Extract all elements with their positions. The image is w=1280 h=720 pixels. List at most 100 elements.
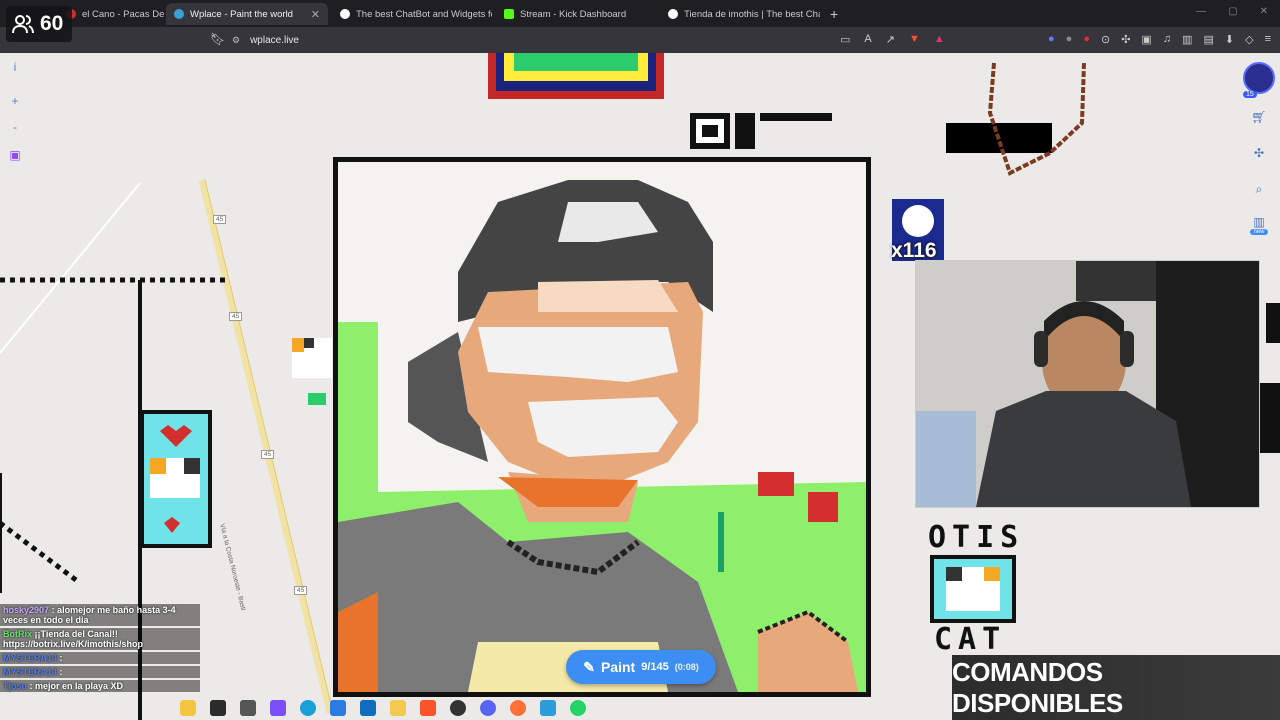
copilot-icon[interactable] xyxy=(270,700,286,716)
sparkle-icon[interactable] xyxy=(180,700,196,716)
extension-icon[interactable]: ● xyxy=(1083,33,1090,46)
viewers-icon xyxy=(12,15,34,34)
menu-icon[interactable]: ≡ xyxy=(1265,33,1271,46)
tab-search-icon[interactable]: ▣ xyxy=(1141,33,1151,46)
outlook-icon[interactable] xyxy=(360,700,376,716)
obs-icon[interactable] xyxy=(450,700,466,716)
share-icon[interactable]: ↗ xyxy=(886,33,895,46)
tab-label: Wplace - Paint the world xyxy=(190,8,293,20)
chat-text: : mejor en la playa XD xyxy=(29,681,124,691)
tab-tienda[interactable]: Tienda de imothis | The best ChatBo xyxy=(660,3,820,25)
pixel-art-portrait xyxy=(333,157,871,697)
vpn-icon[interactable]: ◇ xyxy=(1245,33,1253,46)
tab-pacas[interactable]: el Cano - Pacas De Bill xyxy=(58,3,168,25)
comandos-banner: COMANDOS DISPONIBLES xyxy=(952,655,1280,720)
start-icon[interactable] xyxy=(210,700,226,716)
tab-label: Stream - Kick Dashboard xyxy=(520,8,627,20)
address-bar: 🔖︎ ⚙ wplace.live ▭ A ↗ ▼ ▲ ● ● ● ⊙ ✣ ▣ ♫… xyxy=(0,27,1280,53)
new-tab-button[interactable]: + xyxy=(822,3,844,25)
task-view-icon[interactable] xyxy=(240,700,256,716)
chat-message: MYSTERA14 : xyxy=(0,666,200,678)
kick-icon xyxy=(504,9,514,19)
close-tab-icon[interactable]: ✕ xyxy=(311,8,320,21)
cat-label: CAT xyxy=(934,622,1007,657)
leaderboard-icon[interactable]: ▥ new xyxy=(1246,212,1272,238)
otis-label: OTIS xyxy=(928,520,1025,555)
streamer-webcam xyxy=(915,260,1260,508)
chat-user: Tjosu xyxy=(3,681,27,691)
url-text: wplace.live xyxy=(250,34,299,46)
discord-icon[interactable] xyxy=(480,700,496,716)
alliance-icon[interactable]: ✣ xyxy=(1246,140,1272,166)
webcam-feed xyxy=(916,261,1259,507)
extension-icon[interactable]: ⊙ xyxy=(1101,33,1110,46)
zoom-out-icon[interactable]: - xyxy=(13,120,17,134)
files-icon[interactable] xyxy=(390,700,406,716)
sidebar-icon[interactable]: ▥ xyxy=(1182,33,1192,46)
brave-rewards-icon[interactable]: ▲ xyxy=(934,33,945,46)
botrix-icon xyxy=(668,9,678,19)
firefox-icon[interactable] xyxy=(510,700,526,716)
maximize-icon[interactable]: ▢ xyxy=(1228,6,1237,17)
puzzle-icon[interactable]: ✣ xyxy=(1121,33,1130,46)
tab-kick[interactable]: Stream - Kick Dashboard xyxy=(496,3,656,25)
avatar-badge: 15 xyxy=(1243,91,1257,98)
address-actions: ▭ A ↗ ▼ ▲ xyxy=(840,33,945,46)
left-toolbar: i + - ▣ xyxy=(4,60,26,162)
music-icon[interactable]: ♫ xyxy=(1163,33,1171,46)
paint-count: 9/145 xyxy=(641,661,669,673)
whatsapp-icon[interactable] xyxy=(570,700,586,716)
tab-label: The best ChatBot and Widgets for K xyxy=(356,8,492,20)
chat-user: BotRix xyxy=(3,629,32,639)
url-field[interactable]: ⚙ wplace.live xyxy=(232,31,832,49)
chat-message: BotRix ¡¡Tienda del Canal!! https://botr… xyxy=(0,628,200,650)
botrix-icon xyxy=(340,9,350,19)
brave-shield-icon[interactable]: ▼ xyxy=(909,33,920,46)
viewer-count: 60 xyxy=(40,12,64,35)
chat-user: MYSTERA14 xyxy=(3,653,58,663)
tab-label: el Cano - Pacas De Bill xyxy=(82,8,168,20)
paint-button[interactable]: ✎ Paint 9/145 (0:08) xyxy=(566,650,716,684)
download-icon[interactable]: ⬇ xyxy=(1225,33,1234,46)
tab-wplace[interactable]: Wplace - Paint the world ✕ xyxy=(166,3,328,25)
extension-icon[interactable]: ● xyxy=(1048,33,1055,46)
chat-message: hosky2907 : alomejor me baño hasta 3-4 v… xyxy=(0,604,200,626)
bookmark-icon[interactable]: 🔖︎ xyxy=(210,32,225,46)
info-icon[interactable]: i xyxy=(14,60,17,74)
photos-icon[interactable] xyxy=(540,700,556,716)
wplace-icon xyxy=(174,9,184,19)
minimize-icon[interactable]: — xyxy=(1196,6,1206,17)
chat-user: hosky2907 xyxy=(3,605,50,615)
extension-icon[interactable]: ● xyxy=(1066,33,1073,46)
road-label: 45 xyxy=(261,450,275,459)
chat-text: : xyxy=(59,653,63,663)
close-icon[interactable]: ✕ xyxy=(1260,6,1268,17)
translate-icon[interactable]: A xyxy=(864,33,871,46)
wallet-icon[interactable]: ▤ xyxy=(1203,33,1213,46)
screen-icon[interactable]: ▭ xyxy=(840,33,850,46)
extensions-bar: ● ● ● ⊙ ✣ ▣ ♫ ▥ ▤ ⬇ ◇ ≡ xyxy=(1048,33,1271,46)
viewer-count-badge: 60 xyxy=(6,6,72,42)
zoom-in-icon[interactable]: + xyxy=(11,94,18,108)
road-label: 45 xyxy=(294,586,308,595)
paint-timer: (0:08) xyxy=(674,662,699,672)
road-label: 45 xyxy=(229,312,243,321)
site-info-icon[interactable]: ⚙ xyxy=(232,35,240,46)
new-badge: new xyxy=(1250,229,1268,235)
twitch-icon[interactable]: ▣ xyxy=(9,148,20,162)
stream-chat: hosky2907 : alomejor me baño hasta 3-4 v… xyxy=(0,604,200,694)
brave-icon[interactable] xyxy=(420,700,436,716)
browser-tab-bar: el Cano - Pacas De Bill Wplace - Paint t… xyxy=(0,0,1280,27)
taskbar xyxy=(0,696,640,720)
store-app-icon[interactable] xyxy=(330,700,346,716)
search-map-icon[interactable]: ⌕ xyxy=(1246,176,1272,202)
tab-chatbot[interactable]: The best ChatBot and Widgets for K xyxy=(332,3,492,25)
portrait-artwork xyxy=(338,162,866,692)
right-toolbar: 15 🛒︎ ✣ ⌕ ▥ new xyxy=(1243,62,1275,238)
user-avatar[interactable]: 15 xyxy=(1243,62,1275,98)
edge-icon[interactable] xyxy=(300,700,316,716)
chat-text: : xyxy=(59,667,63,677)
paint-label: Paint xyxy=(600,659,636,675)
store-icon[interactable]: 🛒︎ xyxy=(1246,104,1272,130)
tab-label: Tienda de imothis | The best ChatBo xyxy=(684,8,820,20)
